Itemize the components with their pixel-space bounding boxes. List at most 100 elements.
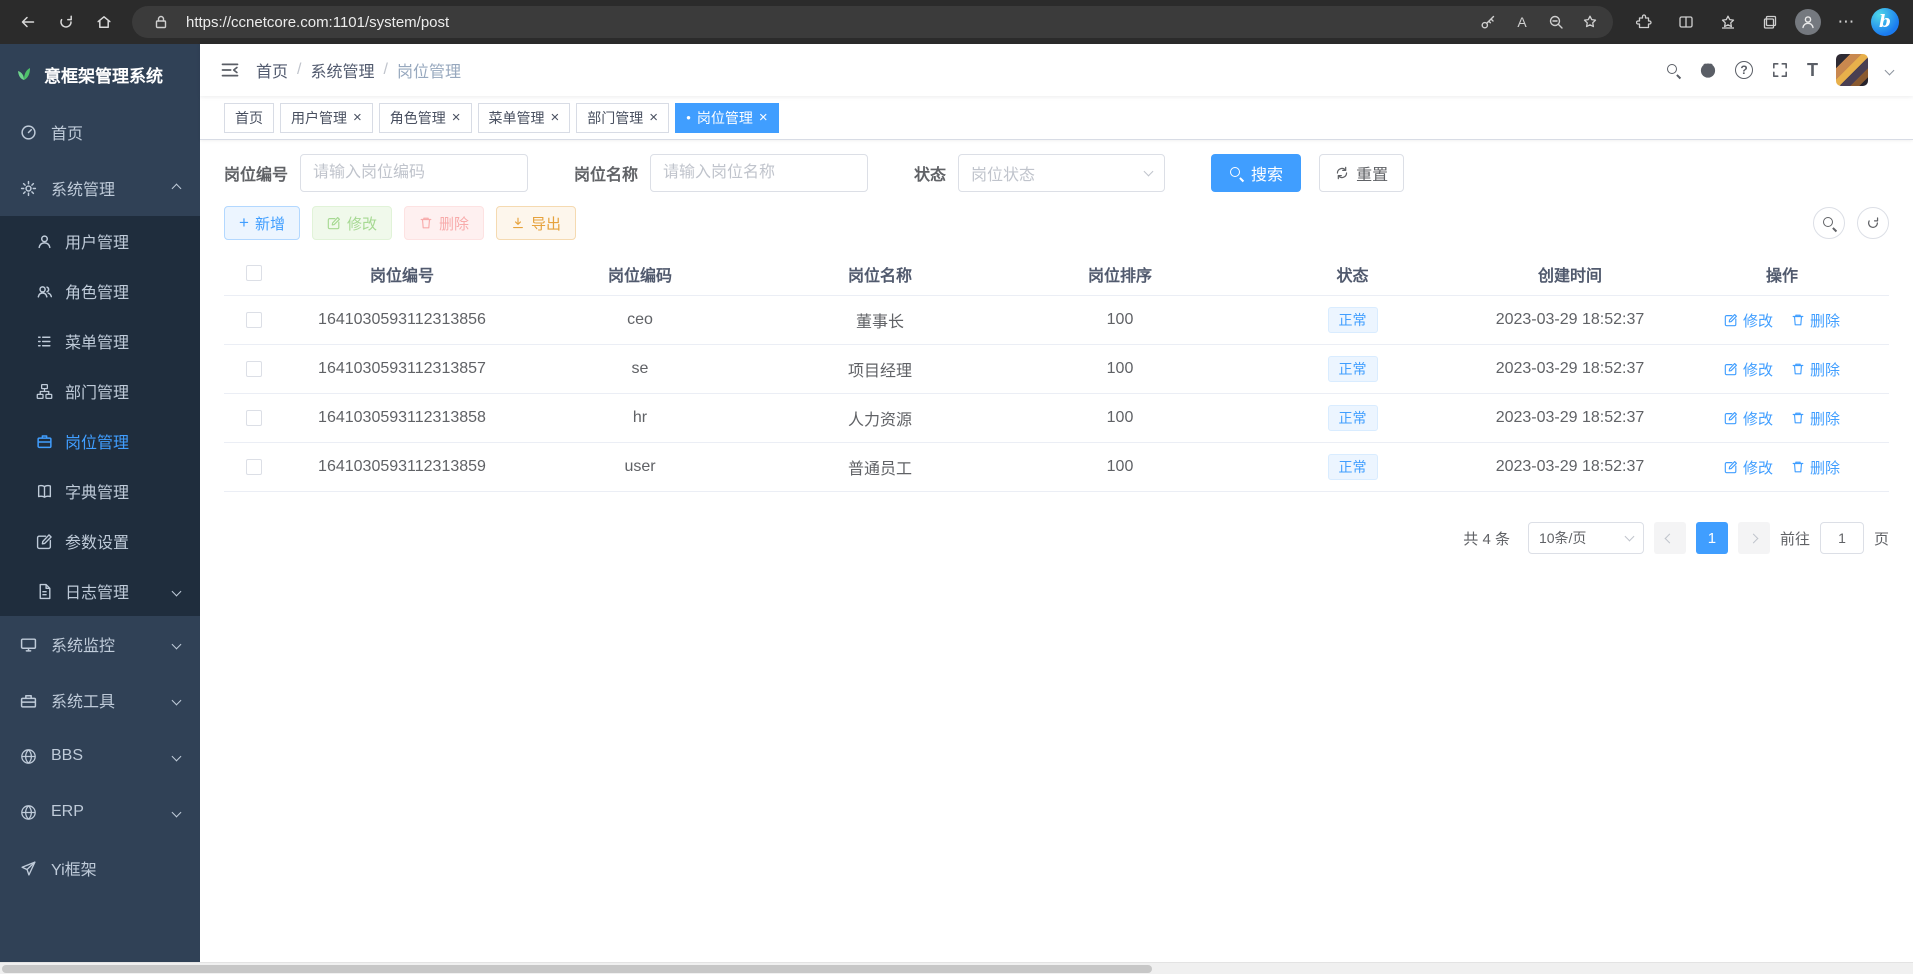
row-edit-link[interactable]: 修改 [1724, 408, 1773, 429]
edit-icon [36, 533, 53, 550]
post-name-input[interactable] [650, 154, 868, 192]
fullscreen-icon[interactable] [1771, 61, 1789, 79]
sidebar-item-parameter-settings[interactable]: 参数设置 [0, 516, 200, 566]
sidebar-item-post-management[interactable]: 岗位管理 [0, 416, 200, 466]
tab-close-icon[interactable]: × [649, 110, 658, 125]
row-delete-link[interactable]: 删除 [1791, 457, 1840, 478]
sidebar-item-erp[interactable]: ERP [0, 784, 200, 840]
sidebar-item-department-management[interactable]: 部门管理 [0, 366, 200, 416]
chevron-down-icon [1625, 532, 1635, 542]
tab-department-management[interactable]: 部门管理 × [576, 103, 669, 133]
split-screen-icon[interactable] [1669, 6, 1703, 38]
refresh-table-button[interactable] [1857, 207, 1889, 239]
post-code-input[interactable] [300, 154, 528, 192]
sidebar-item-system-management[interactable]: 系统管理 [0, 160, 200, 216]
select-all-checkbox[interactable] [246, 265, 262, 281]
user-avatar[interactable] [1836, 54, 1868, 86]
address-bar[interactable]: https://ccnetcore.com:1101/system/post A [132, 6, 1613, 38]
add-button[interactable]: + 新增 [224, 206, 300, 240]
read-aloud-icon[interactable]: A [1507, 8, 1537, 36]
tab-home[interactable]: 首页 [224, 103, 274, 133]
zoom-out-icon[interactable] [1541, 8, 1571, 36]
bing-copilot-icon[interactable]: b [1871, 8, 1899, 36]
github-icon[interactable] [1699, 61, 1717, 79]
lock-icon[interactable] [146, 8, 176, 36]
browser-profile-avatar[interactable] [1795, 9, 1821, 35]
export-button[interactable]: 导出 [496, 206, 576, 240]
browser-back-button[interactable] [10, 5, 46, 39]
help-icon[interactable]: ? [1735, 61, 1753, 79]
user-icon [36, 233, 53, 250]
horizontal-scrollbar[interactable] [0, 962, 1913, 974]
sidebar-item-home[interactable]: 首页 [0, 104, 200, 160]
delete-button[interactable]: 删除 [404, 206, 484, 240]
sidebar-item-log-management[interactable]: 日志管理 [0, 566, 200, 616]
edit-button[interactable]: 修改 [312, 206, 392, 240]
sidebar-toggle-button[interactable] [220, 60, 240, 80]
reset-button[interactable]: 重置 [1319, 154, 1404, 192]
browser-settings-ellipsis-icon[interactable]: ⋯ [1829, 6, 1863, 38]
cell-post-name: 普通员工 [760, 455, 1000, 479]
url-text[interactable]: https://ccnetcore.com:1101/system/post [186, 14, 1463, 31]
next-page-button[interactable] [1738, 522, 1770, 554]
browser-home-button[interactable] [86, 5, 122, 39]
row-edit-link[interactable]: 修改 [1724, 310, 1773, 331]
browser-refresh-button[interactable] [48, 5, 84, 39]
sidebar-item-dict-management[interactable]: 字典管理 [0, 466, 200, 516]
chevron-down-icon [172, 695, 182, 705]
sidebar-item-user-management[interactable]: 用户管理 [0, 216, 200, 266]
sidebar-item-system-monitor[interactable]: 系统监控 [0, 616, 200, 672]
browser-chrome: https://ccnetcore.com:1101/system/post A [0, 0, 1913, 44]
status-label: 状态 [914, 161, 946, 185]
tab-close-icon[interactable]: × [759, 110, 768, 125]
row-edit-link[interactable]: 修改 [1724, 359, 1773, 380]
sidebar-item-yi-framework[interactable]: Yi框架 [0, 840, 200, 896]
breadcrumb-separator: / [383, 61, 387, 79]
chevron-down-icon [1144, 167, 1154, 177]
search-button[interactable]: 搜索 [1211, 154, 1301, 192]
tab-close-icon[interactable]: × [452, 110, 461, 125]
tab-close-icon[interactable]: × [551, 110, 560, 125]
row-checkbox[interactable] [246, 361, 262, 377]
page-size-select[interactable]: 10条/页 [1528, 522, 1644, 554]
status-select[interactable]: 岗位状态 [958, 154, 1165, 192]
saved-password-key-icon[interactable] [1473, 8, 1503, 36]
avatar-dropdown-caret-icon[interactable] [1886, 67, 1893, 74]
app-logo[interactable]: 意框架管理系统 [0, 44, 200, 104]
cell-created-time: 2023-03-29 18:52:37 [1465, 360, 1675, 378]
goto-page-input[interactable] [1820, 522, 1864, 554]
tab-user-management[interactable]: 用户管理 × [280, 103, 373, 133]
row-delete-link[interactable]: 删除 [1791, 408, 1840, 429]
tab-close-icon[interactable]: × [353, 110, 362, 125]
cell-post-id: 1641030593112313859 [284, 458, 520, 476]
header-search-icon[interactable] [1666, 63, 1681, 78]
tab-post-management[interactable]: ● 岗位管理 × [675, 103, 779, 133]
sidebar-item-role-management[interactable]: 角色管理 [0, 266, 200, 316]
document-icon [36, 583, 53, 600]
briefcase-icon [36, 433, 53, 450]
favorites-star-icon[interactable] [1711, 6, 1745, 38]
row-edit-link[interactable]: 修改 [1724, 457, 1773, 478]
extensions-puzzle-icon[interactable] [1627, 6, 1661, 38]
row-checkbox[interactable] [246, 459, 262, 475]
row-checkbox[interactable] [246, 410, 262, 426]
page-number-1[interactable]: 1 [1696, 522, 1728, 554]
table-toolbar: + 新增 修改 删除 导出 [224, 206, 1889, 240]
tab-role-management[interactable]: 角色管理 × [379, 103, 472, 133]
tab-menu-management[interactable]: 菜单管理 × [478, 103, 571, 133]
add-favorite-star-icon[interactable] [1575, 8, 1605, 36]
breadcrumb-home[interactable]: 首页 [256, 58, 288, 82]
breadcrumb-system-management[interactable]: 系统管理 [310, 58, 374, 82]
row-delete-link[interactable]: 删除 [1791, 359, 1840, 380]
toggle-search-button[interactable] [1813, 207, 1845, 239]
sidebar-item-menu-management[interactable]: 菜单管理 [0, 316, 200, 366]
sidebar-item-bbs[interactable]: BBS [0, 728, 200, 784]
horizontal-scrollbar-thumb[interactable] [2, 965, 1152, 973]
prev-page-button[interactable] [1654, 522, 1686, 554]
row-checkbox[interactable] [246, 312, 262, 328]
collections-icon[interactable] [1753, 6, 1787, 38]
row-delete-link[interactable]: 删除 [1791, 310, 1840, 331]
sidebar-item-system-tools[interactable]: 系统工具 [0, 672, 200, 728]
font-size-icon[interactable]: T [1807, 60, 1818, 81]
search-form: 岗位编号 岗位名称 状态 岗位状态 搜索 [224, 154, 1889, 192]
